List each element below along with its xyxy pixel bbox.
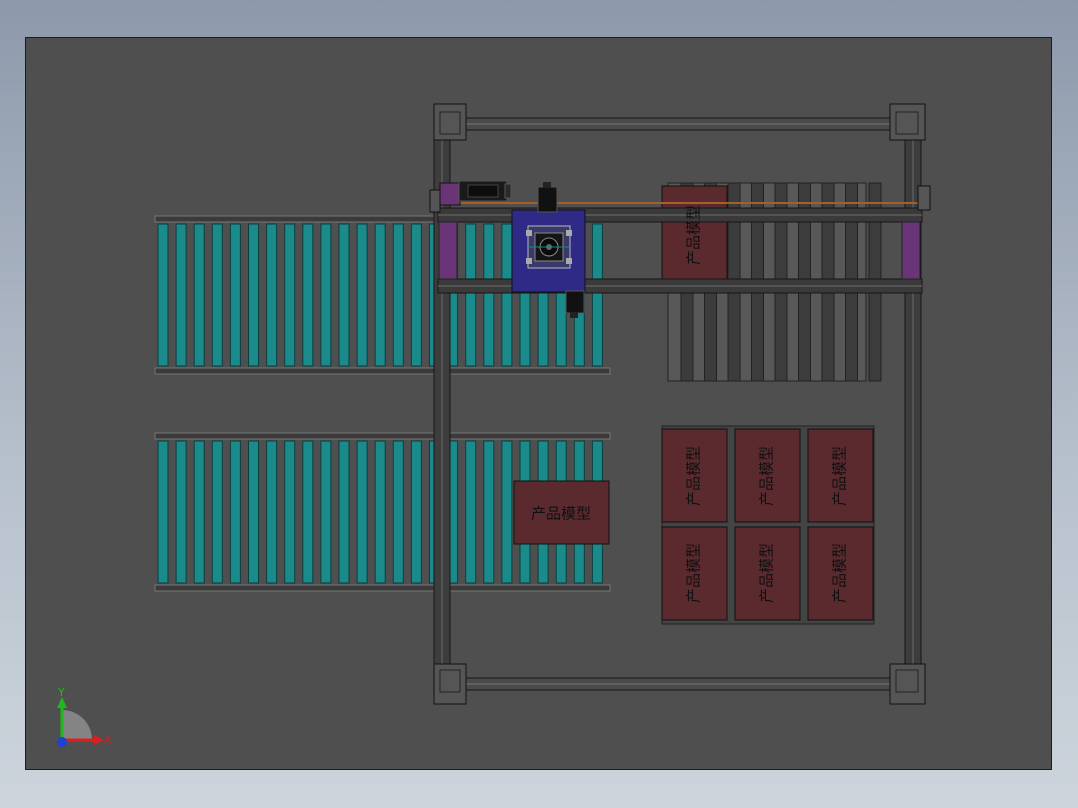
drive-motor[interactable]	[439, 180, 512, 206]
z-axis-dot	[57, 737, 67, 747]
box-label-stack-6: 产品模型	[830, 542, 849, 604]
box-label-stack-1: 产品模型	[684, 445, 703, 507]
corner-plate-tl	[433, 103, 467, 141]
conveyor-roller	[410, 223, 422, 367]
conveyor-roller	[302, 223, 314, 367]
conveyor-roller	[229, 440, 241, 584]
conveyor-roller	[483, 223, 495, 367]
box-label-stack-3: 产品模型	[830, 445, 849, 507]
conveyor-roller	[266, 223, 278, 367]
conveyor-roller	[284, 223, 296, 367]
conveyor-roller	[229, 223, 241, 367]
axis-triad[interactable]	[57, 697, 104, 747]
conveyor-roller	[175, 223, 187, 367]
conveyor-roller	[501, 440, 513, 584]
conveyor-roller	[392, 223, 404, 367]
conveyor-roller	[501, 223, 513, 367]
conveyor-roller	[356, 440, 368, 584]
conveyor-roller	[302, 440, 314, 584]
triad-y-label: Y	[58, 686, 65, 699]
conveyor-roller	[465, 223, 477, 367]
triad-x-label: X	[104, 733, 112, 746]
conveyor-roller	[591, 223, 603, 367]
conveyor-roller	[392, 440, 404, 584]
end-carriage-right	[901, 221, 921, 280]
conveyor-roller	[374, 223, 386, 367]
corner-plate-tr	[889, 103, 926, 141]
conveyor-roller	[175, 440, 187, 584]
conveyor-roller	[193, 440, 205, 584]
conveyor-roller	[157, 440, 169, 584]
conveyor-roller	[211, 440, 223, 584]
conveyor-roller	[465, 440, 477, 584]
end-carriage-left	[438, 221, 458, 280]
conveyor-roller	[284, 440, 296, 584]
conveyor-roller	[248, 223, 259, 367]
conveyor-roller	[356, 223, 368, 367]
conveyor-roller	[266, 440, 278, 584]
box-label-stack-4: 产品模型	[684, 542, 703, 604]
box-label-stack-5: 产品模型	[757, 542, 776, 604]
conveyor-roller	[320, 223, 332, 367]
conveyor-roller	[157, 223, 169, 367]
conveyor-roller	[483, 440, 495, 584]
conveyor-roller	[193, 223, 205, 367]
conveyor-roller	[320, 440, 332, 584]
box-label-pallet: 产品模型	[684, 204, 703, 266]
conveyor-roller	[410, 440, 422, 584]
conveyor-roller	[211, 223, 223, 367]
conveyor-roller	[338, 440, 350, 584]
conveyor-roller	[248, 440, 259, 584]
conveyor-roller	[338, 223, 350, 367]
conveyor-roller	[374, 440, 386, 584]
box-label-conveyor: 产品模型	[530, 504, 592, 523]
box-label-stack-2: 产品模型	[757, 445, 776, 507]
cad-drawing	[57, 103, 931, 747]
